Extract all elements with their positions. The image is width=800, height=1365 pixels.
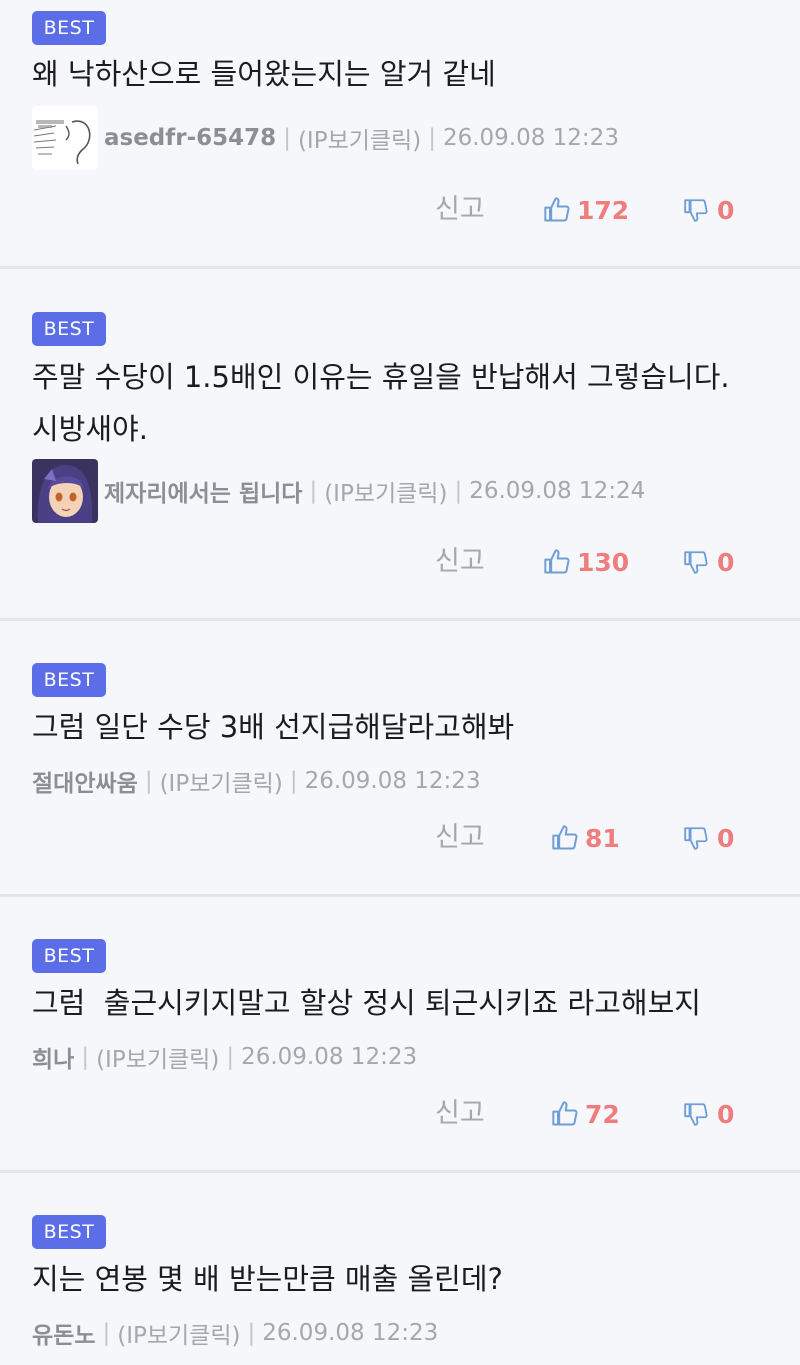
separator: |	[144, 768, 153, 794]
author-name[interactable]: 제자리에서는 됩니다	[104, 474, 302, 508]
avatar[interactable]	[32, 106, 98, 170]
report-button[interactable]: 신고	[435, 540, 485, 584]
like-count: 172	[577, 195, 630, 225]
thumbs-up-icon	[552, 1101, 578, 1126]
thumbs-up-icon	[544, 197, 570, 222]
dislike-button[interactable]: 0	[683, 1092, 734, 1136]
comment-text: 그럼 일단 수당 3배 선지급해달라고해봐	[32, 710, 515, 744]
ip-view-link[interactable]: (IP보기클릭)	[96, 1040, 219, 1074]
sketch-avatar-icon	[32, 106, 98, 170]
dislike-count: 0	[717, 547, 735, 577]
like-button[interactable]: 72	[551, 1092, 620, 1136]
comment-actions: 신고 130 0	[0, 540, 800, 584]
like-button[interactable]: 172	[543, 188, 629, 232]
author-name[interactable]: asedfr-65478	[104, 125, 276, 151]
dislike-count: 0	[717, 823, 735, 853]
like-count: 72	[585, 1099, 620, 1129]
separator: |	[428, 125, 436, 151]
thumbs-up-icon	[552, 825, 578, 850]
comment-actions: 신고 72 0	[0, 1092, 800, 1136]
comment-meta: 절대안싸움 | (IP보기클릭) | 26.09.08 12:23	[32, 749, 481, 813]
ip-view-link[interactable]: (IP보기클릭)	[298, 121, 421, 155]
anime-avatar-icon	[32, 459, 98, 523]
dislike-button[interactable]: 0	[683, 540, 734, 584]
report-button[interactable]: 신고	[435, 188, 485, 232]
thumbs-down-icon	[684, 1103, 708, 1126]
timestamp: 26.09.08 12:24	[469, 478, 646, 504]
thumbs-up-icon	[544, 549, 570, 574]
thumbs-down-icon	[684, 827, 708, 850]
author-name[interactable]: 절대안싸움	[32, 764, 138, 798]
best-badge: BEST	[32, 663, 106, 697]
comment-text: 주말 수당이 1.5배인 이유는 휴일을 반납해서 그렇습니다. 시방새야.	[32, 360, 730, 446]
comment-item: BEST 그럼 출근시키지말고 할상 정시 퇴근시키죠 라고해보지 희나 | (…	[0, 897, 800, 1170]
timestamp: 26.09.08 12:23	[442, 125, 619, 151]
best-badge: BEST	[32, 939, 106, 973]
comment-item: BEST 지는 연봉 몇 배 받는만큼 매출 올린데? 유돈노 | (IP보기클…	[0, 1173, 800, 1363]
comment-meta: 유돈노 | (IP보기클릭) | 26.09.08 12:23	[32, 1301, 438, 1365]
ip-view-link[interactable]: (IP보기클릭)	[117, 1316, 240, 1350]
comment-meta: 희나 | (IP보기클릭) | 26.09.08 12:23	[32, 1025, 417, 1089]
timestamp: 26.09.08 12:23	[262, 1320, 439, 1346]
dislike-button[interactable]: 0	[683, 816, 734, 860]
like-count: 81	[585, 823, 620, 853]
separator: |	[309, 478, 318, 504]
thumbs-down-icon	[684, 551, 708, 574]
report-button[interactable]: 신고	[435, 816, 485, 860]
avatar[interactable]	[32, 459, 98, 523]
like-button[interactable]: 130	[543, 540, 629, 584]
like-count: 130	[577, 547, 630, 577]
report-button[interactable]: 신고	[435, 1092, 485, 1136]
best-badge: BEST	[32, 11, 106, 45]
thumbs-down-icon	[684, 199, 708, 222]
best-badge: BEST	[32, 1215, 106, 1249]
comment-meta: asedfr-65478 | (IP보기클릭) | 26.09.08 12:23	[32, 106, 619, 170]
separator: |	[226, 1044, 235, 1070]
comment-text: 그럼 출근시키지말고 할상 정시 퇴근시키죠 라고해보지	[32, 986, 701, 1020]
like-button[interactable]: 81	[551, 816, 620, 860]
author-name[interactable]: 유돈노	[32, 1316, 95, 1350]
dislike-button[interactable]: 0	[683, 188, 734, 232]
separator: |	[247, 1320, 256, 1346]
best-badge: BEST	[32, 312, 106, 346]
separator: |	[283, 125, 291, 151]
comment-text: 지는 연봉 몇 배 받는만큼 매출 올린데?	[32, 1262, 503, 1296]
timestamp: 26.09.08 12:23	[304, 768, 481, 794]
comment-text: 왜 낙하산으로 들어왔는지는 알거 같네	[32, 57, 496, 91]
comment-actions: 신고 81 0	[0, 816, 800, 860]
comment-item: BEST 주말 수당이 1.5배인 이유는 휴일을 반납해서 그렇습니다. 시방…	[0, 269, 800, 618]
comment-actions: 신고 172 0	[0, 188, 800, 232]
author-name[interactable]: 희나	[32, 1040, 74, 1074]
ip-view-link[interactable]: (IP보기클릭)	[324, 474, 447, 508]
separator: |	[289, 768, 298, 794]
dislike-count: 0	[717, 195, 735, 225]
separator: |	[102, 1320, 111, 1346]
separator: |	[454, 478, 463, 504]
ip-view-link[interactable]: (IP보기클릭)	[160, 764, 283, 798]
comment-item: BEST 왜 낙하산으로 들어왔는지는 알거 같네 asedfr-65478 |…	[0, 0, 800, 268]
comment-item: BEST 그럼 일단 수당 3배 선지급해달라고해봐 절대안싸움 | (IP보기…	[0, 621, 800, 894]
separator: |	[81, 1044, 90, 1070]
dislike-count: 0	[717, 1099, 735, 1129]
comment-meta: 제자리에서는 됩니다 | (IP보기클릭) | 26.09.08 12:24	[32, 459, 645, 523]
timestamp: 26.09.08 12:23	[241, 1044, 418, 1070]
